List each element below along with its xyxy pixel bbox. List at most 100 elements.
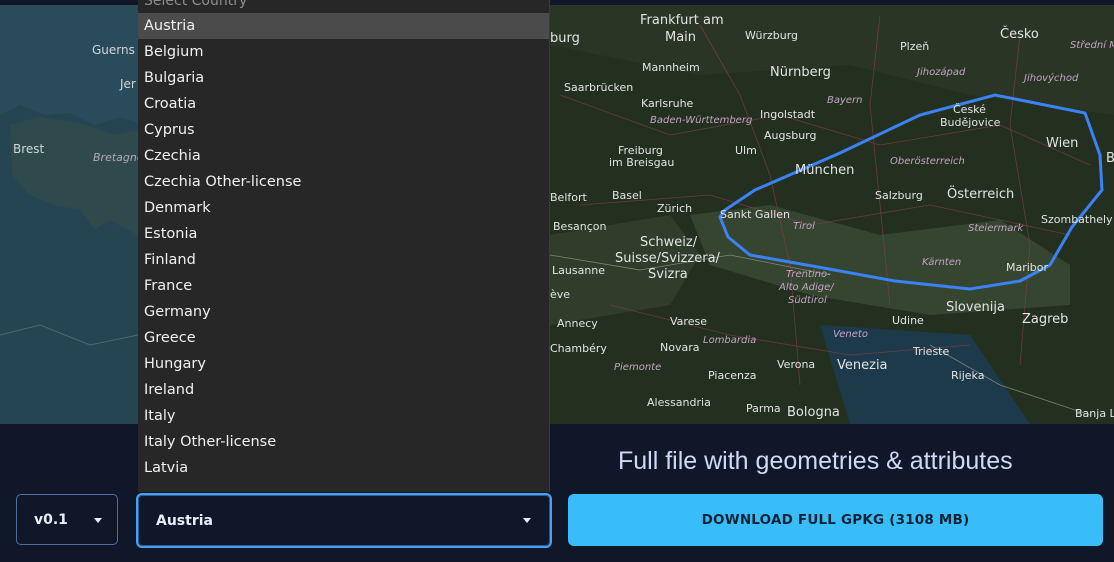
country-option[interactable]: Bulgaria (138, 65, 549, 91)
map-label: Česko (1000, 27, 1039, 42)
map-label: Baden-Württemberg (650, 115, 753, 126)
map-label: Salzburg (875, 189, 923, 202)
map-label: Basel (612, 189, 642, 202)
country-option[interactable]: Greece (138, 325, 549, 351)
map-label: Bayern (827, 95, 863, 106)
map-label: Frankfurt am (640, 13, 724, 28)
map-label: Alto Adige/ (779, 282, 834, 293)
country-dropdown-list[interactable]: Select Country Austria Belgium Bulgaria … (138, 0, 550, 492)
map-label: Trentino- (786, 269, 831, 280)
map-label: B (1106, 151, 1114, 166)
map-label: Alessandria (647, 396, 711, 409)
version-select[interactable]: v0.1 (16, 494, 118, 545)
country-option[interactable]: Croatia (138, 91, 549, 117)
map-label: Schweiz/ (640, 235, 698, 250)
country-select-value: Austria (156, 513, 213, 529)
dropdown-placeholder: Select Country (144, 0, 248, 9)
map-label: Udine (892, 314, 924, 327)
map-right-panel[interactable]: Frankfurt am Main Würzburg Plzeň Česko S… (550, 5, 1114, 424)
map-label: Trieste (913, 345, 950, 358)
map-label: Südtirol (788, 295, 827, 306)
map-label: Jihozápad (917, 67, 966, 78)
country-select[interactable]: Austria (136, 493, 552, 548)
map-label: Varese (670, 315, 707, 328)
map-label: Ulm (735, 144, 757, 157)
map-label: Oberösterreich (890, 156, 965, 167)
map-label: Tirol (793, 221, 815, 232)
map-label: Lombardia (703, 335, 757, 346)
map-label: Augsburg (764, 129, 817, 142)
chevron-down-icon (523, 518, 531, 523)
map-label: Würzburg (745, 29, 799, 42)
map-label: Belfort (550, 191, 587, 204)
country-option[interactable]: Hungary (138, 351, 549, 377)
map-label: ève (550, 288, 571, 301)
map-label: Plzeň (900, 40, 930, 53)
country-option[interactable]: Finland (138, 247, 549, 273)
map-label: Střední M (1070, 40, 1114, 51)
country-option[interactable]: France (138, 273, 549, 299)
country-option[interactable]: Italy (138, 403, 549, 429)
download-full-gpkg-button[interactable]: DOWNLOAD FULL GPKG (3108 MB) (568, 494, 1103, 546)
country-option[interactable]: Cyprus (138, 117, 549, 143)
map-label: burg (550, 31, 580, 46)
country-option[interactable]: Ireland (138, 377, 549, 403)
map-label: Chambéry (550, 342, 607, 355)
country-option[interactable]: Latvia (138, 455, 549, 481)
country-option[interactable]: Italy Other-license (138, 429, 549, 455)
map-label: Rijeka (951, 369, 985, 382)
map-label: Wien (1046, 136, 1079, 151)
country-option[interactable]: Denmark (138, 195, 549, 221)
map-label: Saarbrücken (564, 81, 634, 94)
map-label: Annecy (557, 317, 598, 330)
map-label: Piemonte (614, 362, 662, 373)
map-label: Venezia (837, 358, 888, 373)
map-label: Veneto (833, 329, 868, 340)
map-label: im Breisgau (609, 156, 675, 169)
map-label: Bologna (787, 405, 840, 420)
map-label: Guerns (92, 43, 135, 57)
country-option[interactable]: Czechia (138, 143, 549, 169)
map-label: Piacenza (708, 369, 757, 382)
map-label: Steiermark (968, 223, 1024, 234)
map-label: České (953, 103, 986, 116)
map-left-panel[interactable]: Guerns Jer Brest Bretagne (0, 5, 138, 424)
country-option-list: Austria Belgium Bulgaria Croatia Cyprus … (138, 13, 549, 481)
country-option[interactable]: Austria (138, 13, 549, 39)
map-label: München (795, 163, 855, 178)
map-label: Svizra (648, 267, 688, 282)
map-label: Slovenija (946, 300, 1005, 315)
chevron-down-icon (94, 518, 102, 523)
map-label: Verona (777, 358, 816, 371)
version-select-value: v0.1 (34, 512, 68, 528)
map-label: Szombathely (1041, 213, 1113, 226)
map-label: Nürnberg (770, 65, 831, 80)
country-option[interactable]: Czechia Other-license (138, 169, 549, 195)
map-label: Jihovýchod (1024, 73, 1079, 84)
map-label: Budějovice (940, 116, 1001, 129)
map-label: Banja L (1075, 407, 1114, 420)
map-label: Bretagne (93, 151, 138, 164)
map-label: Zürich (657, 202, 693, 215)
map-label: Suisse/Svizzera/ (615, 251, 720, 266)
map-label: Maribor (1006, 261, 1049, 274)
map-label: Novara (660, 341, 700, 354)
map-label: Österreich (947, 187, 1015, 202)
map-label: Lausanne (552, 264, 606, 277)
map-label: Mannheim (642, 61, 700, 74)
map-label: Kärnten (922, 257, 962, 268)
map-label: Sankt Gallen (720, 208, 790, 221)
map-label: Brest (13, 142, 45, 156)
map-label: Ingolstadt (760, 108, 816, 121)
country-option[interactable]: Germany (138, 299, 549, 325)
country-option[interactable]: Belgium (138, 39, 549, 65)
map-label: Main (665, 30, 697, 45)
map-left-land (0, 105, 138, 424)
map-label: Jer (120, 77, 136, 91)
map-label: Besançon (553, 220, 607, 233)
map-label: Parma (746, 402, 781, 415)
map-label: Karlsruhe (641, 97, 694, 110)
country-option[interactable]: Estonia (138, 221, 549, 247)
map-label: Zagreb (1022, 312, 1069, 327)
section-heading: Full file with geometries & attributes (618, 447, 1013, 475)
